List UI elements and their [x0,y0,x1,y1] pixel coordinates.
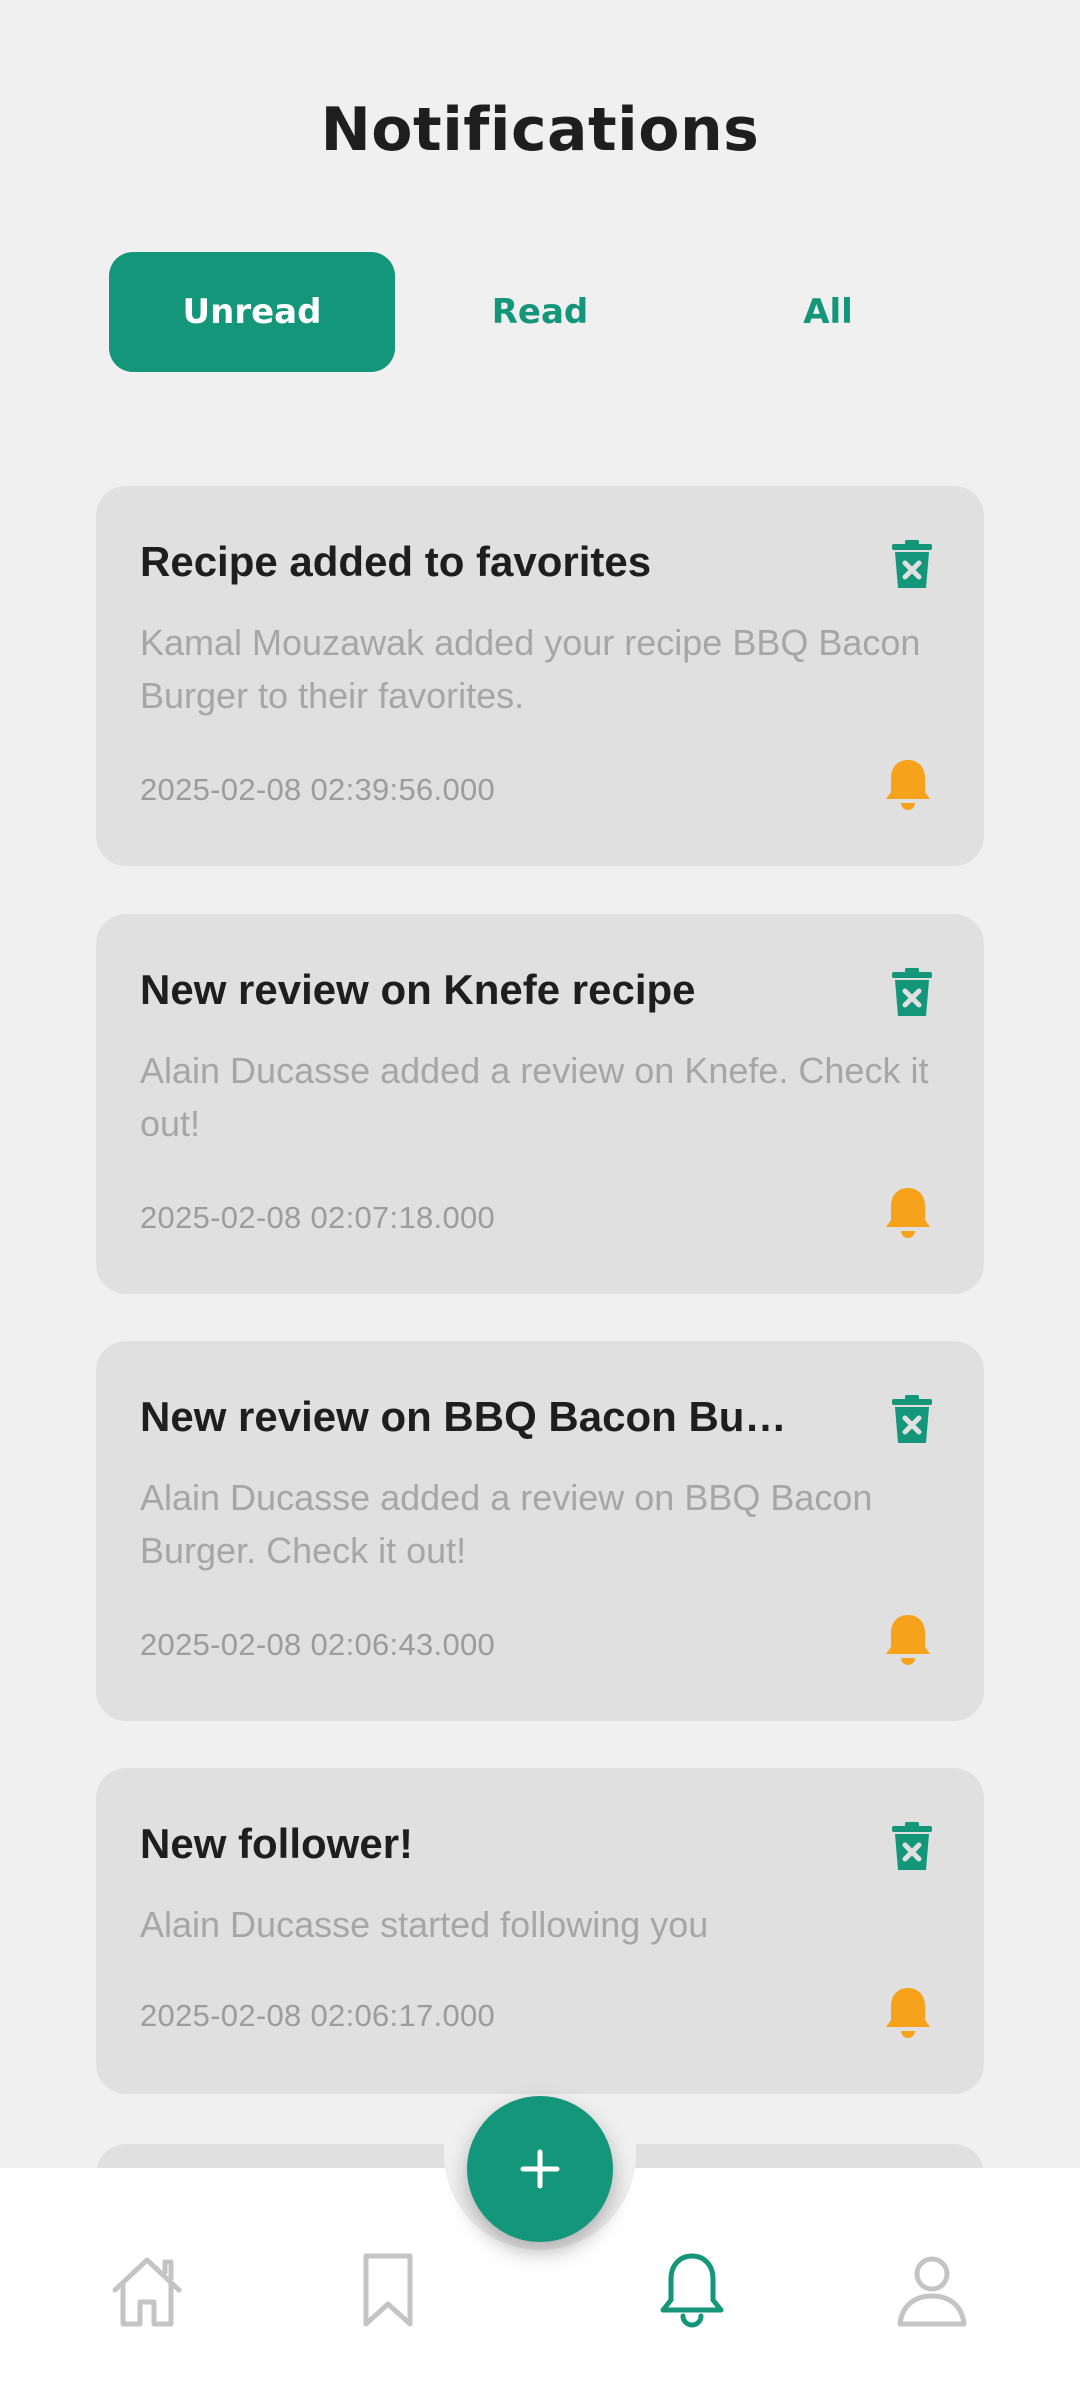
tab-unread[interactable]: Unread [109,252,395,372]
notification-title: New follower! [140,1820,414,1867]
notification-title: Recipe added to favorites [140,538,652,585]
bell-icon[interactable] [652,2250,732,2330]
notification-message: Kamal Mouzawak added your recipe BBQ Bac… [140,622,921,716]
notification-timestamp: 2025-02-08 02:07:18.000 [140,1200,496,1235]
bell-icon [886,1988,930,2038]
notification-title: New review on BBQ Bacon Burger [140,1393,790,1440]
bell-icon [886,1615,930,1665]
notification-message: Alain Ducasse added a review on BBQ Baco… [140,1477,873,1571]
trash-icon[interactable] [892,1395,932,1443]
notification-message: Alain Ducasse started following you [140,1904,709,1945]
notification-timestamp: 2025-02-08 02:06:17.000 [140,1998,496,2033]
notification-card[interactable]: New review on Knefe recipe Alain Ducasse… [96,914,984,1294]
notification-timestamp: 2025-02-08 02:39:56.000 [140,772,496,807]
bookmark-icon[interactable] [348,2250,428,2330]
profile-icon[interactable] [892,2250,972,2330]
trash-icon[interactable] [892,1822,932,1870]
add-recipe-button[interactable] [467,2096,613,2242]
home-icon[interactable] [107,2250,187,2330]
notification-card[interactable]: New review on BBQ Bacon Burger Alain Duc… [96,1341,984,1721]
notification-card[interactable]: Recipe added to favorites Kamal Mouzawak… [96,486,984,866]
trash-icon[interactable] [892,540,932,588]
tab-read[interactable]: Read [397,252,683,372]
notification-title: New review on Knefe recipe [140,966,696,1013]
notification-message: Alain Ducasse added a review on Knefe. C… [140,1050,929,1144]
page-title: Notifications [320,95,760,165]
notification-timestamp: 2025-02-08 02:06:43.000 [140,1627,496,1662]
filter-tabs: Unread Read All [109,252,973,372]
bell-icon [886,1188,930,1238]
notification-card[interactable]: New follower! Alain Ducasse started foll… [96,1768,984,2094]
trash-icon[interactable] [892,968,932,1016]
bell-icon [886,760,930,810]
tab-all[interactable]: All [685,252,971,372]
plus-icon [520,2149,560,2189]
